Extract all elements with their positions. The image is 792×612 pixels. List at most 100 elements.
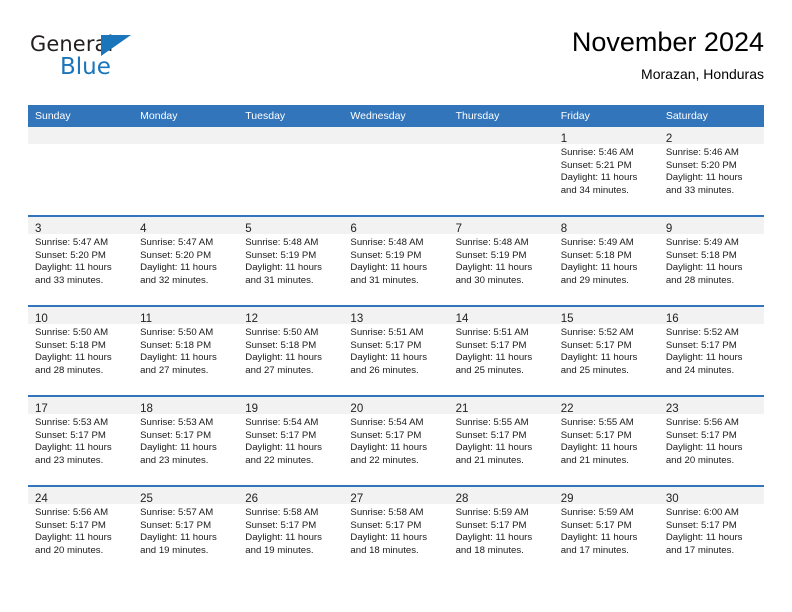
- day-info-line: Sunset: 5:18 PM: [140, 339, 212, 351]
- calendar-day-cell[interactable]: 4 Sunrise: 5:47 AM Sunset: 5:20 PM Daylight…: [133, 215, 239, 306]
- calendar-page: General Blue November 2024 Morazan, Hond…: [0, 0, 792, 612]
- general-blue-logo[interactable]: General Blue: [28, 32, 168, 90]
- day-number-band: 22: [553, 397, 659, 415]
- day-number: 2: [665, 133, 673, 145]
- day-cell-body: Sunrise: 5:50 AM Sunset: 5:18 PM Daylight:…: [238, 324, 343, 377]
- day-info-line: Sunrise: 5:55 AM: [560, 417, 634, 428]
- day-number-band: 26: [238, 487, 344, 505]
- day-info-line: Daylight: 11 hours: [350, 532, 428, 544]
- calendar-day-cell[interactable]: 3 Sunrise: 5:47 AM Sunset: 5:20 PM Daylight…: [28, 215, 134, 306]
- day-number: 4: [140, 223, 147, 235]
- calendar-day-cell[interactable]: 26 Sunrise: 5:58 AM Sunset: 5:17 PM Dayligh…: [238, 485, 344, 575]
- calendar-day-cell[interactable]: 30 Sunrise: 6:00 AM Sunset: 5:17 PM Dayligh…: [658, 485, 764, 575]
- day-info-line: Sunset: 5:17 PM: [665, 429, 737, 441]
- calendar-day-cell[interactable]: 16 Sunrise: 5:52 AM Sunset: 5:17 PM Dayligh…: [658, 305, 764, 396]
- day-number-band: 7: [448, 217, 554, 235]
- day-info-line: Sunset: 5:17 PM: [350, 519, 422, 531]
- day-number-band: 30: [658, 487, 764, 505]
- day-number: 24: [35, 493, 48, 505]
- calendar-day-cell[interactable]: 10 Sunrise: 5:50 AM Sunset: 5:18 PM Dayligh…: [28, 305, 134, 396]
- day-cell-body: Sunrise: 5:55 AM Sunset: 5:17 PM Daylight:…: [554, 414, 659, 467]
- day-info-line: and 24 minutes.: [665, 364, 735, 376]
- day-info-line: Sunrise: 5:53 AM: [140, 417, 214, 428]
- day-info-line: Daylight: 11 hours: [560, 442, 638, 454]
- day-info-line: and 28 minutes.: [35, 364, 104, 376]
- calendar-day-cell[interactable]: 2 Sunrise: 5:46 AM Sunset: 5:20 PM Daylight…: [658, 127, 764, 216]
- day-cell-body: Sunrise: 5:53 AM Sunset: 5:17 PM Daylight:…: [28, 414, 133, 467]
- day-number: 11: [140, 313, 153, 325]
- day-info-line: Daylight: 11 hours: [350, 442, 428, 454]
- day-info-line: Sunrise: 5:47 AM: [140, 237, 214, 248]
- calendar-day-cell-empty: [448, 127, 554, 216]
- calendar-day-cell[interactable]: 12 Sunrise: 5:50 AM Sunset: 5:18 PM Dayligh…: [238, 305, 344, 396]
- calendar-day-cell[interactable]: 5 Sunrise: 5:48 AM Sunset: 5:19 PM Daylight…: [238, 215, 344, 306]
- calendar-day-cell[interactable]: 8 Sunrise: 5:49 AM Sunset: 5:18 PM Daylight…: [553, 215, 659, 306]
- title-block: November 2024 Morazan, Honduras: [572, 26, 764, 84]
- day-info-line: Daylight: 11 hours: [665, 172, 743, 184]
- day-info-line: Daylight: 11 hours: [245, 442, 322, 454]
- day-info-line: Daylight: 11 hours: [665, 442, 743, 454]
- calendar-day-cell[interactable]: 6 Sunrise: 5:48 AM Sunset: 5:19 PM Daylight…: [343, 215, 449, 306]
- page-subtitle: Morazan, Honduras: [641, 66, 764, 82]
- calendar-day-cell[interactable]: 20 Sunrise: 5:54 AM Sunset: 5:17 PM Dayligh…: [343, 395, 449, 486]
- calendar-day-cell[interactable]: 15 Sunrise: 5:52 AM Sunset: 5:17 PM Dayligh…: [553, 305, 659, 396]
- day-info-line: Sunset: 5:17 PM: [35, 519, 106, 531]
- calendar-day-cell[interactable]: 7 Sunrise: 5:48 AM Sunset: 5:19 PM Daylight…: [448, 215, 554, 306]
- calendar-day-cell[interactable]: 27 Sunrise: 5:58 AM Sunset: 5:17 PM Dayligh…: [343, 485, 449, 575]
- calendar-day-cell[interactable]: 21 Sunrise: 5:55 AM Sunset: 5:17 PM Dayligh…: [448, 395, 554, 486]
- day-number-band: [133, 127, 239, 144]
- day-info-line: and 18 minutes.: [350, 544, 419, 556]
- day-cell-body: Sunrise: 5:56 AM Sunset: 5:17 PM Daylight:…: [28, 504, 133, 557]
- calendar-day-cell[interactable]: 22 Sunrise: 5:55 AM Sunset: 5:17 PM Dayligh…: [553, 395, 659, 486]
- day-info-line: and 19 minutes.: [140, 544, 209, 556]
- calendar-grid: Sunday Monday Tuesday Wednesday Thursday Frid…: [28, 105, 764, 575]
- day-number: 21: [455, 403, 469, 415]
- calendar-day-cell[interactable]: 11 Sunrise: 5:50 AM Sunset: 5:18 PM Dayligh…: [133, 305, 239, 396]
- day-info-line: Daylight: 11 hours: [455, 352, 533, 364]
- day-info-line: Sunrise: 5:48 AM: [350, 237, 424, 248]
- page-title: November 2024: [571, 27, 764, 57]
- day-info-line: Sunset: 5:17 PM: [245, 519, 317, 531]
- calendar-day-cell[interactable]: 9 Sunrise: 5:49 AM Sunset: 5:18 PM Daylight…: [658, 215, 764, 306]
- day-info-line: Sunrise: 5:46 AM: [560, 147, 634, 158]
- day-cell-body: Sunrise: 5:48 AM Sunset: 5:19 PM Daylight:…: [449, 234, 554, 287]
- calendar-day-cell[interactable]: 14 Sunrise: 5:51 AM Sunset: 5:17 PM Dayligh…: [448, 305, 554, 396]
- calendar-day-cell[interactable]: 18 Sunrise: 5:53 AM Sunset: 5:17 PM Dayligh…: [133, 395, 239, 486]
- calendar-day-cell[interactable]: 23 Sunrise: 5:56 AM Sunset: 5:17 PM Dayligh…: [658, 395, 764, 486]
- day-number: 20: [350, 403, 364, 415]
- day-cell-body: Sunrise: 5:48 AM Sunset: 5:19 PM Daylight:…: [343, 234, 448, 287]
- day-cell-body: Sunrise: 5:50 AM Sunset: 5:18 PM Daylight:…: [28, 324, 133, 377]
- calendar-day-cell[interactable]: 29 Sunrise: 5:59 AM Sunset: 5:17 PM Dayligh…: [553, 485, 659, 575]
- day-info-line: Sunrise: 5:49 AM: [665, 237, 739, 248]
- day-info-line: Sunset: 5:17 PM: [245, 429, 317, 441]
- calendar-day-cell[interactable]: 1 Sunrise: 5:46 AM Sunset: 5:21 PM Daylight…: [553, 127, 659, 216]
- day-info-line: Daylight: 11 hours: [560, 262, 638, 274]
- day-cell-body: Sunrise: 5:58 AM Sunset: 5:17 PM Daylight:…: [343, 504, 448, 557]
- calendar-day-cell[interactable]: 19 Sunrise: 5:54 AM Sunset: 5:17 PM Dayligh…: [238, 395, 344, 486]
- day-info-line: Sunrise: 5:54 AM: [350, 417, 424, 428]
- day-info-line: Sunrise: 5:49 AM: [560, 237, 634, 248]
- day-info-line: Sunset: 5:19 PM: [245, 249, 317, 261]
- day-number-band: 29: [553, 487, 659, 505]
- day-number-band: 21: [448, 397, 554, 415]
- day-number: 18: [140, 403, 153, 415]
- day-number: 29: [560, 493, 574, 505]
- calendar-day-cell[interactable]: 17 Sunrise: 5:53 AM Sunset: 5:17 PM Dayligh…: [28, 395, 134, 486]
- day-info-line: Sunrise: 5:50 AM: [245, 327, 319, 338]
- page-header: General Blue November 2024 Morazan, Hond…: [28, 26, 764, 98]
- weekday-header-wednesday: Wednesday: [343, 105, 449, 127]
- day-number-band: 19: [238, 397, 344, 415]
- day-info-line: Sunrise: 5:59 AM: [560, 507, 634, 518]
- calendar-day-cell-empty: [238, 127, 344, 216]
- calendar-day-cell[interactable]: 13 Sunrise: 5:51 AM Sunset: 5:17 PM Dayligh…: [343, 305, 449, 396]
- calendar-day-cell[interactable]: 28 Sunrise: 5:59 AM Sunset: 5:17 PM Dayligh…: [448, 485, 554, 575]
- calendar-day-cell[interactable]: 24 Sunrise: 5:56 AM Sunset: 5:17 PM Dayligh…: [28, 485, 134, 575]
- day-info-line: and 20 minutes.: [35, 544, 104, 556]
- day-info-line: Daylight: 11 hours: [140, 352, 217, 364]
- day-number: 12: [245, 313, 259, 325]
- day-number-band: 16: [658, 307, 764, 325]
- day-number-band: 12: [238, 307, 344, 325]
- day-number: 5: [245, 223, 252, 235]
- calendar-day-cell[interactable]: 25 Sunrise: 5:57 AM Sunset: 5:17 PM Dayligh…: [133, 485, 239, 575]
- day-cell-body: Sunrise: 5:57 AM Sunset: 5:17 PM Daylight:…: [133, 504, 238, 557]
